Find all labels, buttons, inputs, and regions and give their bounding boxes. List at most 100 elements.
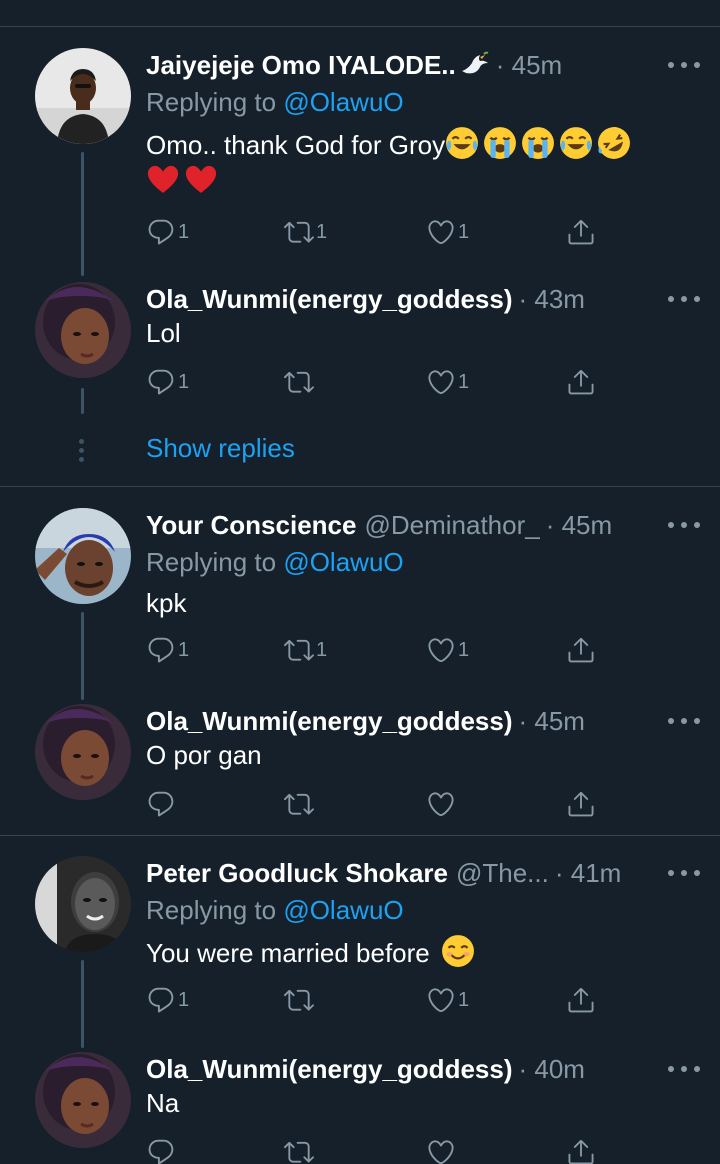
like-button[interactable]: 1 bbox=[426, 362, 469, 402]
like-button[interactable]: 1 bbox=[426, 630, 469, 670]
share-button[interactable] bbox=[566, 362, 596, 402]
share-icon bbox=[566, 789, 596, 819]
retweet-icon bbox=[284, 635, 314, 665]
reply-button[interactable] bbox=[146, 1132, 178, 1164]
mention-link[interactable]: @OlawuO bbox=[283, 895, 403, 925]
retweet-icon bbox=[284, 217, 314, 247]
reply-icon bbox=[146, 789, 176, 819]
tweet-actions bbox=[146, 1132, 700, 1164]
like-button[interactable]: 1 bbox=[426, 212, 469, 252]
joy-emoji-icon bbox=[445, 126, 479, 160]
red-heart-emoji-icon bbox=[184, 162, 218, 196]
avatar[interactable] bbox=[35, 48, 131, 144]
retweet-icon bbox=[284, 789, 314, 819]
retweet-count: 1 bbox=[316, 220, 328, 243]
tweet-actions: 1 1 bbox=[146, 980, 700, 1020]
replying-prefix: Replying to bbox=[146, 87, 277, 117]
joy-emoji-icon bbox=[559, 126, 593, 160]
display-name[interactable]: Ola_Wunmi(energy_goddess) bbox=[146, 1054, 513, 1085]
reply-count: 1 bbox=[178, 370, 190, 393]
share-icon bbox=[566, 985, 596, 1015]
more-options-icon[interactable] bbox=[666, 58, 702, 72]
display-name[interactable]: Jaiyejeje Omo IYALODE.. bbox=[146, 50, 456, 81]
reply-count: 1 bbox=[178, 988, 190, 1011]
reply-icon bbox=[146, 985, 176, 1015]
reply-button[interactable]: 1 bbox=[146, 212, 189, 252]
heart-icon bbox=[426, 985, 456, 1015]
share-button[interactable] bbox=[566, 1132, 596, 1164]
like-count: 1 bbox=[458, 638, 470, 661]
avatar[interactable] bbox=[35, 704, 131, 800]
retweet-button[interactable] bbox=[284, 980, 316, 1020]
retweet-button[interactable] bbox=[284, 1132, 316, 1164]
avatar[interactable] bbox=[35, 508, 131, 604]
avatar[interactable] bbox=[35, 282, 131, 378]
replying-prefix: Replying to bbox=[146, 895, 277, 925]
more-options-icon[interactable] bbox=[666, 866, 702, 880]
replying-prefix: Replying to bbox=[146, 547, 277, 577]
mention-link[interactable]: @OlawuO bbox=[283, 87, 403, 117]
display-name[interactable]: Ola_Wunmi(energy_goddess) bbox=[146, 284, 513, 315]
tweet-text: O por gan bbox=[146, 740, 262, 770]
more-options-icon[interactable] bbox=[666, 292, 702, 306]
like-button[interactable] bbox=[426, 784, 458, 824]
reply-button[interactable]: 1 bbox=[146, 980, 189, 1020]
thread-divider bbox=[0, 486, 720, 487]
like-button[interactable] bbox=[426, 1132, 458, 1164]
heart-icon bbox=[426, 367, 456, 397]
share-icon bbox=[566, 367, 596, 397]
retweet-button[interactable]: 1 bbox=[284, 212, 327, 252]
top-divider bbox=[0, 26, 720, 27]
user-handle[interactable]: @Deminathor_ bbox=[364, 510, 539, 541]
display-name[interactable]: Ola_Wunmi(energy_goddess) bbox=[146, 706, 513, 737]
twitter-thread-view: Jaiyejeje Omo IYALODE.. · 45m Replying t… bbox=[0, 0, 720, 1164]
retweet-button[interactable]: 1 bbox=[284, 630, 327, 670]
share-button[interactable] bbox=[566, 212, 596, 252]
reply-button[interactable] bbox=[146, 784, 178, 824]
avatar[interactable] bbox=[35, 856, 131, 952]
like-button[interactable]: 1 bbox=[426, 980, 469, 1020]
heart-icon bbox=[426, 217, 456, 247]
retweet-button[interactable] bbox=[284, 784, 316, 824]
heart-icon bbox=[426, 789, 456, 819]
timestamp[interactable]: · 45m bbox=[496, 50, 562, 81]
reply-button[interactable]: 1 bbox=[146, 362, 189, 402]
timestamp[interactable]: · 41m bbox=[555, 858, 621, 889]
mention-link[interactable]: @OlawuO bbox=[283, 547, 403, 577]
timestamp[interactable]: · 45m bbox=[519, 706, 585, 737]
reply-button[interactable]: 1 bbox=[146, 630, 189, 670]
sob-emoji-icon bbox=[483, 126, 517, 160]
share-button[interactable] bbox=[566, 784, 596, 824]
red-heart-emoji-icon bbox=[146, 162, 180, 196]
tweet-text: Lol bbox=[146, 318, 181, 348]
timestamp[interactable]: · 40m bbox=[519, 1054, 585, 1085]
share-icon bbox=[566, 217, 596, 247]
share-button[interactable] bbox=[566, 980, 596, 1020]
retweet-count: 1 bbox=[316, 638, 328, 661]
tweet-text-content: You were married before bbox=[146, 938, 430, 968]
more-options-icon[interactable] bbox=[666, 714, 702, 728]
timestamp[interactable]: · 45m bbox=[546, 510, 612, 541]
replying-to: Replying to @OlawuO bbox=[146, 890, 700, 930]
share-button[interactable] bbox=[566, 630, 596, 670]
thread-line bbox=[81, 152, 84, 276]
reply-icon bbox=[146, 635, 176, 665]
user-handle[interactable]: @The... bbox=[456, 858, 549, 889]
timestamp[interactable]: · 43m bbox=[519, 284, 585, 315]
rofl-emoji-icon bbox=[597, 126, 631, 160]
retweet-button[interactable] bbox=[284, 362, 316, 402]
show-replies-link[interactable]: Show replies bbox=[146, 433, 295, 464]
display-name[interactable]: Peter Goodluck Shokare bbox=[146, 858, 448, 889]
display-name[interactable]: Your Conscience bbox=[146, 510, 356, 541]
heart-icon bbox=[426, 635, 456, 665]
more-options-icon[interactable] bbox=[666, 1062, 702, 1076]
like-count: 1 bbox=[458, 220, 470, 243]
tweet-actions: 1 1 bbox=[146, 362, 700, 402]
more-options-icon[interactable] bbox=[666, 518, 702, 532]
tweet-text-content: Omo.. thank God for Groy bbox=[146, 130, 446, 160]
tweet-actions bbox=[146, 784, 700, 824]
tweet-text: Omo.. thank God for Groy bbox=[146, 126, 700, 198]
reply-icon bbox=[146, 367, 176, 397]
avatar[interactable] bbox=[35, 1052, 131, 1148]
replying-to: Replying to @OlawuO bbox=[146, 542, 700, 582]
